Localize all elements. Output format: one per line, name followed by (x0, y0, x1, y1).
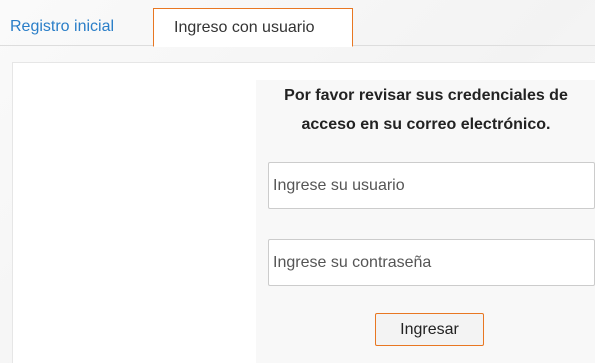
credentials-message-line2: acceso en su correo electrónico. (301, 116, 551, 133)
password-input[interactable] (268, 239, 595, 286)
tab-registro-inicial[interactable]: Registro inicial (10, 8, 114, 46)
credentials-message-line1: Por favor revisar sus credenciales de (284, 87, 568, 104)
tab-ingreso-con-usuario[interactable]: Ingreso con usuario (153, 8, 353, 47)
ingresar-button[interactable]: Ingresar (375, 313, 484, 346)
username-input[interactable] (268, 162, 595, 209)
credentials-message: Por favor revisar sus credenciales de ac… (256, 81, 595, 139)
page: Registro inicial Ingreso con usuario Por… (0, 0, 595, 363)
tab-registro-label: Registro inicial (10, 18, 115, 35)
tab-bar: Registro inicial Ingreso con usuario (0, 0, 595, 47)
tab-ingreso-label: Ingreso con usuario (174, 18, 315, 36)
